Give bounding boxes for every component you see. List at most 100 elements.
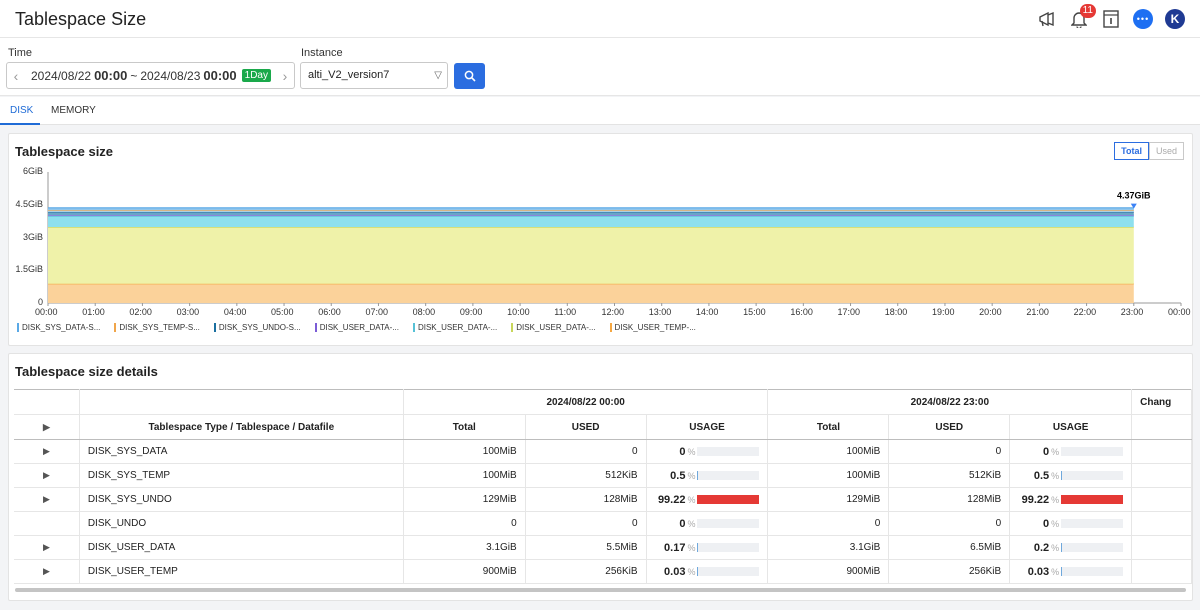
change-cell [1131, 559, 1192, 584]
col-total-header[interactable]: Total [403, 414, 526, 440]
usage-value: 0 [679, 517, 686, 530]
expand-row-icon[interactable]: ▶ [14, 535, 80, 560]
expand-row-icon[interactable]: ▶ [14, 487, 80, 512]
x-tick-label: 04:00 [223, 307, 247, 317]
legend-item[interactable]: DISK_SYS_UNDO-S... [213, 323, 301, 332]
table-row[interactable]: ▶ DISK_USER_DATA 3.1GiB 5.5MiB 0.17% 3.1GiB 6.… [14, 535, 1192, 560]
usage-bar-fill [1061, 543, 1063, 552]
usage-cell: 0.17% [655, 542, 760, 554]
usage-bar [1061, 495, 1124, 504]
legend-label: DISK_USER_DATA-... [417, 323, 498, 332]
col-usage-header[interactable]: USAGE [646, 414, 769, 440]
x-tick-label: 05:00 [271, 307, 294, 317]
legend-label: DISK_SYS_UNDO-S... [218, 323, 301, 332]
x-tick-label: 17:00 [837, 307, 861, 317]
next-arrow-icon[interactable]: › [276, 68, 294, 84]
usage-cell: 0% [655, 446, 760, 458]
used-value: 0 [888, 511, 1011, 536]
x-tick-label: 14:00 [695, 307, 719, 317]
x-tick-label: 08:00 [412, 307, 436, 317]
table-row[interactable]: ▶ DISK_SYS_TEMP 100MiB 512KiB 0.5% 100MiB 512K… [14, 463, 1192, 488]
usage-bar [1061, 567, 1124, 576]
y-tick-label: 6GiB [22, 166, 43, 176]
bell-icon[interactable]: 11 [1068, 4, 1096, 30]
percent-sign: % [687, 542, 696, 553]
range-chip: 1Day [241, 69, 271, 82]
search-icon [464, 70, 476, 82]
expand-row-icon[interactable]: ▶ [14, 439, 80, 464]
usage-bar-fill [697, 495, 759, 504]
percent-sign: % [1051, 494, 1060, 505]
legend-item[interactable]: DISK_USER_TEMP-... [609, 323, 696, 332]
usage-bar [1061, 519, 1124, 528]
col-used-header[interactable]: USED [888, 414, 1011, 440]
user-avatar[interactable]: K [1164, 8, 1186, 30]
usage-value: 0.5 [670, 469, 686, 482]
tablespace-name: DISK_SYS_UNDO [79, 487, 404, 512]
total-value: 129MiB [403, 487, 526, 512]
time-range-picker[interactable]: ‹ 2024/08/22 00:00 ~ 2024/08/23 00:00 1D… [6, 62, 295, 89]
used-value: 5.5MiB [525, 535, 647, 560]
info-panel-icon[interactable] [1100, 8, 1122, 30]
usage-cell: 0.2% [1018, 542, 1124, 554]
prev-arrow-icon[interactable]: ‹ [7, 68, 25, 84]
notification-badge: 11 [1079, 4, 1096, 18]
usage-value: 0 [1043, 517, 1050, 530]
tab-disk[interactable]: DISK [10, 105, 33, 116]
time-start-date: 2024/08/22 [31, 68, 92, 83]
used-value: 128MiB [525, 487, 647, 512]
table-row[interactable]: ▶ DISK_SYS_DATA 100MiB 0 0% 100MiB 0 0% [14, 439, 1192, 464]
table-row[interactable]: DISK_UNDO 0 0 0% 0 0 0% [14, 511, 1192, 536]
legend-item[interactable]: DISK_SYS_DATA-S... [17, 323, 100, 332]
legend-swatch [17, 323, 19, 332]
legend-item[interactable]: DISK_USER_DATA-... [511, 323, 596, 332]
legend-item[interactable]: DISK_SYS_TEMP-S... [114, 323, 200, 332]
usage-cell: 99.22% [655, 494, 760, 506]
x-tick-label: 02:00 [129, 307, 152, 317]
chart-legend: DISK_SYS_DATA-S... DISK_SYS_TEMP-S... DISK… [17, 323, 696, 332]
details-card-title: Tablespace size details [15, 364, 158, 379]
chart-card: Tablespace size Total Used 4.37GiB 6GiB 4.… [8, 133, 1193, 346]
x-tick-label: 10:00 [507, 307, 530, 317]
instance-select[interactable]: alti_V2_version7 ▽ [300, 62, 448, 89]
x-tick-label: 15:00 [743, 307, 766, 317]
x-tick-label: 22:00 [1073, 307, 1097, 317]
expand-all-icon[interactable]: ▶ [14, 414, 80, 440]
x-tick-label: 03:00 [176, 307, 200, 317]
area-series-0 [48, 283, 1134, 303]
search-button[interactable] [454, 63, 485, 89]
expand-row-icon[interactable]: ▶ [14, 559, 80, 584]
percent-sign: % [1051, 542, 1060, 553]
legend-item[interactable]: DISK_USER_DATA-... [314, 323, 399, 332]
table-header-columns: ▶ Tablespace Type / Tablespace / Datafil… [14, 414, 1192, 440]
table-row[interactable]: ▶ DISK_USER_TEMP 900MiB 256KiB 0.03% 900MiB 25… [14, 559, 1192, 584]
usage-cell: 0% [1018, 445, 1124, 458]
total-value: 3.1GiB [767, 535, 890, 560]
table-row[interactable]: ▶ DISK_SYS_UNDO 129MiB 128MiB 99.22% 129MiB 12… [14, 487, 1192, 512]
col-usage-header[interactable]: USAGE [1009, 414, 1133, 440]
col-used-header[interactable]: USED [525, 414, 647, 440]
megaphone-icon[interactable] [1036, 8, 1058, 30]
instance-label: Instance [301, 47, 343, 59]
col-total-header[interactable]: Total [767, 414, 890, 440]
col-name-header[interactable]: Tablespace Type / Tablespace / Datafile [79, 414, 404, 440]
expand-row-icon[interactable] [14, 511, 80, 536]
app-root: Tablespace Size 11 ••• K Time ‹ 2024/08/… [0, 0, 1200, 610]
used-value: 256KiB [888, 559, 1011, 584]
usage-bar [697, 543, 760, 552]
percent-sign: % [1051, 470, 1060, 481]
used-value: 0 [525, 511, 647, 536]
used-value: 512KiB [888, 463, 1011, 488]
horizontal-scrollbar[interactable] [15, 588, 1186, 592]
x-tick-label: 01:00 [82, 307, 105, 317]
area-series-2 [48, 216, 1134, 228]
time-start-time: 00:00 [94, 68, 128, 83]
expand-row-icon[interactable]: ▶ [14, 463, 80, 488]
instance-value: alti_V2_version7 [308, 69, 390, 81]
chat-icon[interactable]: ••• [1132, 8, 1154, 30]
total-value: 129MiB [767, 487, 890, 512]
legend-item[interactable]: DISK_USER_DATA-... [412, 323, 498, 332]
usage-bar [1061, 543, 1124, 552]
usage-value: 0 [1043, 445, 1050, 458]
tab-memory[interactable]: MEMORY [51, 105, 96, 116]
